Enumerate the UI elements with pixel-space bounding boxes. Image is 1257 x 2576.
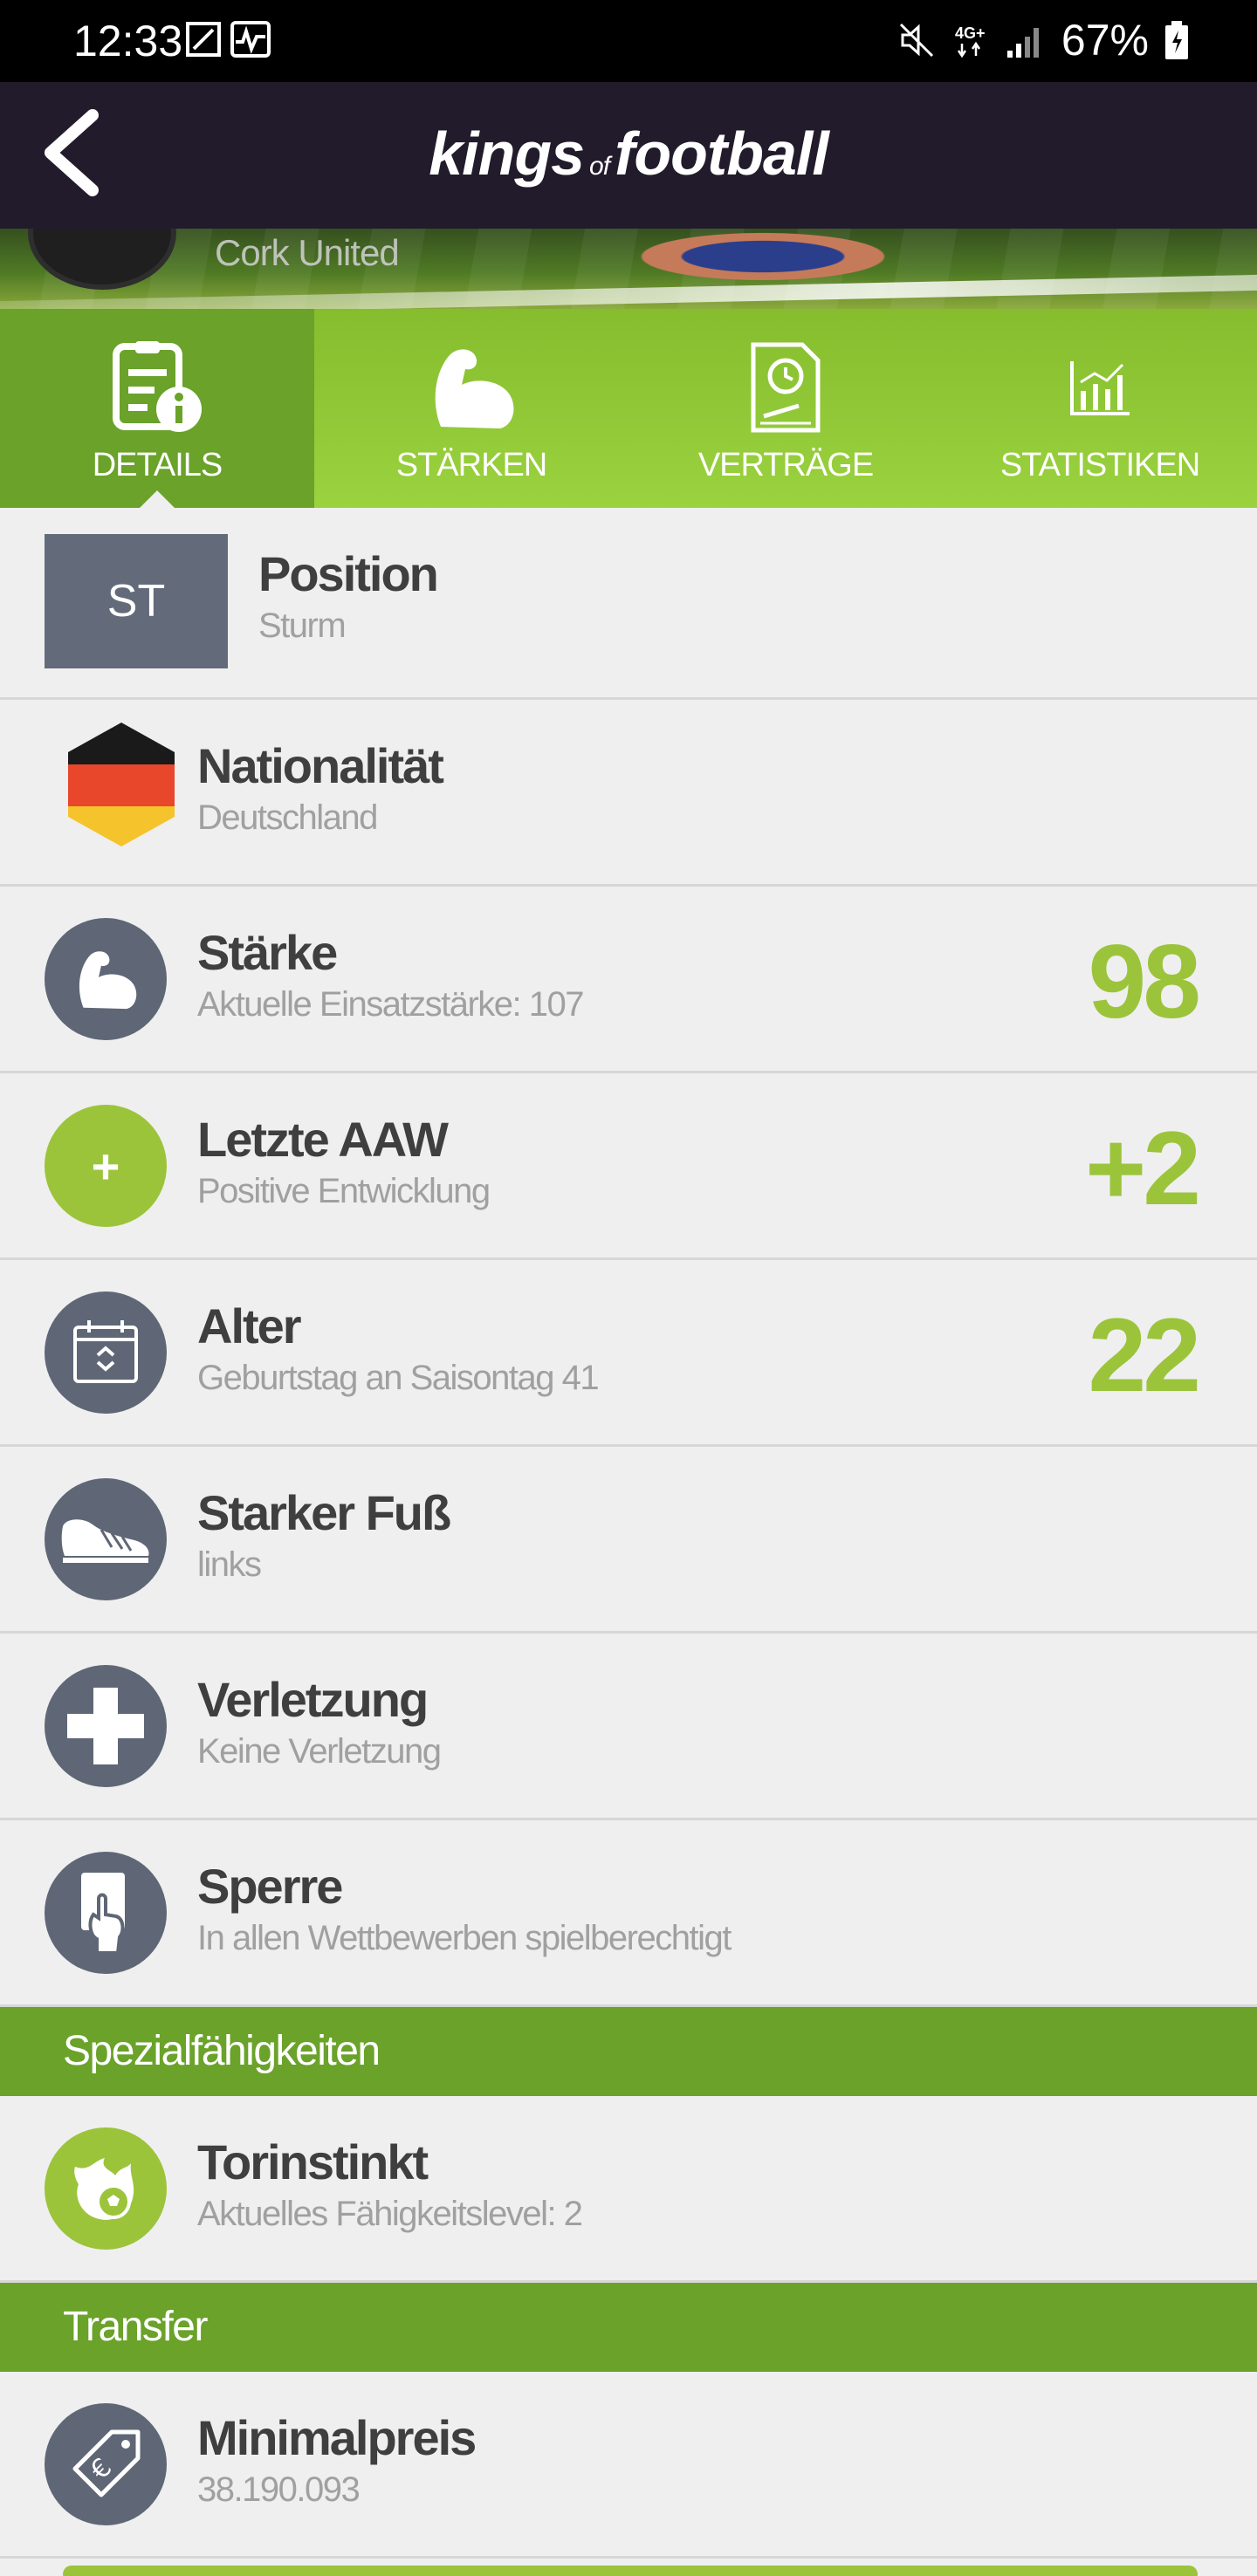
- tab-staerken[interactable]: STÄRKEN: [314, 309, 628, 508]
- tab-vertraege[interactable]: VERTRÄGE: [628, 309, 943, 508]
- battery-icon: [1165, 21, 1188, 59]
- status-bar: 12:33 4G+ 67%: [0, 0, 1257, 82]
- injury-row: Verletzung Keine Verletzung: [0, 1634, 1257, 1820]
- app-logo: kings offootball: [0, 119, 1257, 188]
- details-icon: [105, 335, 210, 440]
- player-details-list: ST Position Sturm Nationalität Deutschla…: [0, 508, 1257, 2559]
- germany-flag-icon: [68, 723, 175, 846]
- logo-kings: kings: [429, 120, 585, 188]
- row-subtitle: Geburtstag an Saisontag 41: [197, 1359, 600, 1397]
- row-title: Verletzung: [197, 1672, 429, 1727]
- football-boot-icon: [45, 1478, 167, 1600]
- plus-icon: +: [45, 1105, 167, 1227]
- age-value: 22: [1088, 1297, 1201, 1414]
- row-texts: Sperre In allen Wettbewerben spielberech…: [197, 1859, 732, 1960]
- app-header: kings offootball: [0, 82, 1257, 229]
- row-subtitle: Aktuelles Fähigkeitslevel: 2: [197, 2195, 583, 2233]
- strength-value: 98: [1088, 923, 1201, 1040]
- logo-of: of: [589, 152, 610, 181]
- tab-label: DETAILS: [92, 447, 223, 483]
- activity-icon: [230, 21, 271, 58]
- row-texts: Starker Fuß links: [197, 1485, 451, 1586]
- row-title: Sperre: [197, 1859, 343, 1914]
- logo-football: football: [615, 120, 829, 188]
- row-texts: Letzte AAW Positive Entwicklung: [197, 1112, 491, 1213]
- row-title: Nationalität: [197, 738, 444, 793]
- row-texts: Position Sturm: [258, 546, 439, 647]
- row-title: Torinstinkt: [197, 2134, 429, 2189]
- row-title: Alter: [197, 1298, 302, 1353]
- status-icons: 4G+ 67%: [897, 12, 1189, 68]
- tab-details[interactable]: DETAILS: [0, 309, 314, 510]
- fireball-icon: [45, 2127, 167, 2250]
- medical-cross-icon: [45, 1665, 167, 1787]
- row-title: Position: [258, 546, 439, 601]
- tab-bar: DETAILS STÄRKEN VERTRÄGE STATISTIKEN: [0, 309, 1257, 510]
- last-aaw-row: + Letzte AAW Positive Entwicklung +2: [0, 1073, 1257, 1260]
- row-subtitle: Deutschland: [197, 798, 378, 837]
- contract-icon: [733, 335, 838, 440]
- player-hero: Cork United: [0, 229, 1257, 309]
- row-texts: Alter Geburtstag an Saisontag 41: [197, 1298, 600, 1400]
- signal-icon: [1006, 28, 1039, 58]
- muscle-icon: [419, 335, 524, 440]
- price-tag-icon: €: [45, 2403, 167, 2525]
- aaw-value: +2: [1085, 1110, 1201, 1227]
- 4g-icon: 4G+: [955, 24, 986, 58]
- club-name: Cork United: [215, 232, 400, 273]
- row-texts: Torinstinkt Aktuelles Fähigkeitslevel: 2: [197, 2134, 583, 2236]
- row-texts: Nationalität Deutschland: [197, 738, 444, 839]
- section-header-transfer: Transfer: [0, 2283, 1257, 2372]
- row-subtitle: In allen Wettbewerben spielberechtigt: [197, 1919, 732, 1957]
- mute-icon: [899, 23, 933, 58]
- row-subtitle: Aktuelle Einsatzstärke: 107: [197, 985, 584, 1024]
- min-price-row: € Minimalpreis 38.190.093: [0, 2372, 1257, 2559]
- row-subtitle: links: [197, 1545, 262, 1584]
- tab-label: STÄRKEN: [395, 447, 547, 483]
- row-subtitle: Keine Verletzung: [197, 1732, 442, 1771]
- active-tab-pointer: [138, 490, 176, 510]
- svg-text:4G+: 4G+: [955, 24, 986, 42]
- status-time: 12:33: [73, 17, 183, 65]
- action-button-edge[interactable]: [63, 2566, 1198, 2576]
- battery-percentage: 67%: [1061, 16, 1149, 65]
- strength-icon: [45, 918, 167, 1040]
- calendar-icon: [45, 1291, 167, 1414]
- row-title: Minimalpreis: [197, 2410, 477, 2465]
- screenshot-icon: [186, 22, 221, 57]
- row-title: Starker Fuß: [197, 1485, 451, 1540]
- skill-row[interactable]: Torinstinkt Aktuelles Fähigkeitslevel: 2: [0, 2096, 1257, 2283]
- plus-symbol: +: [91, 1138, 120, 1194]
- position-row: ST Position Sturm: [0, 508, 1257, 700]
- row-texts: Minimalpreis 38.190.093: [197, 2410, 477, 2511]
- strong-foot-row: Starker Fuß links: [0, 1447, 1257, 1634]
- tab-label: VERTRÄGE: [697, 447, 874, 483]
- position-badge: ST: [45, 534, 228, 668]
- section-header-special: Spezialfähigkeiten: [0, 2007, 1257, 2096]
- row-subtitle: Positive Entwicklung: [197, 1172, 491, 1210]
- referee-card-icon: [45, 1852, 167, 1974]
- stats-icon: [1048, 335, 1152, 440]
- nationality-row: Nationalität Deutschland: [0, 700, 1257, 887]
- row-texts: Stärke Aktuelle Einsatzstärke: 107: [197, 925, 584, 1026]
- age-row: Alter Geburtstag an Saisontag 41 22: [0, 1260, 1257, 1447]
- row-subtitle: Sturm: [258, 606, 347, 645]
- row-title: Letzte AAW: [197, 1112, 449, 1167]
- ban-row: Sperre In allen Wettbewerben spielberech…: [0, 1820, 1257, 2007]
- tab-label: STATISTIKEN: [999, 447, 1200, 483]
- player-image: [637, 229, 951, 281]
- row-subtitle: 38.190.093: [197, 2470, 361, 2509]
- tab-statistiken[interactable]: STATISTIKEN: [943, 309, 1257, 508]
- row-texts: Verletzung Keine Verletzung: [197, 1672, 442, 1773]
- row-title: Stärke: [197, 925, 338, 980]
- strength-row: Stärke Aktuelle Einsatzstärke: 107 98: [0, 887, 1257, 1073]
